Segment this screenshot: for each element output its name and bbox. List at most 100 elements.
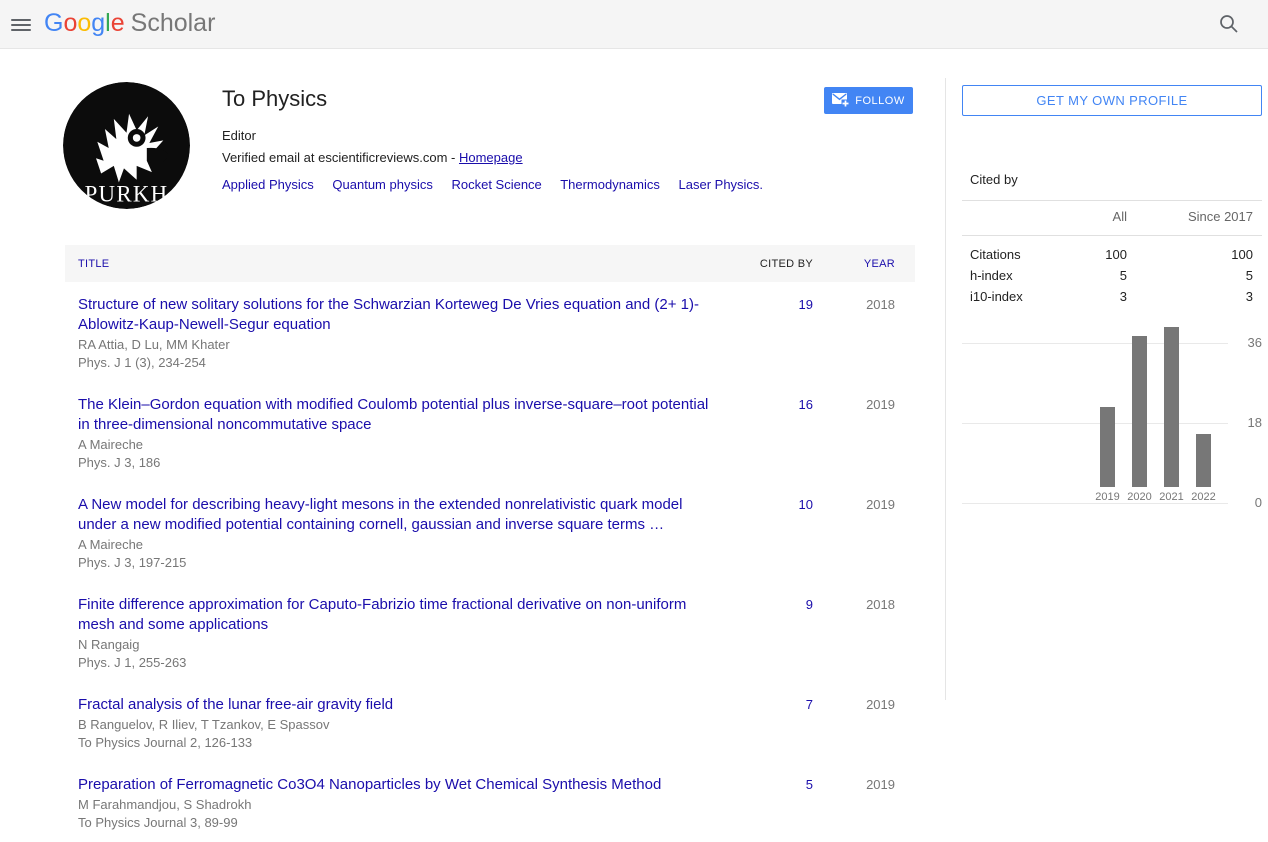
article-title-link[interactable]: Fractal analysis of the lunar free-air g… (78, 695, 723, 715)
follow-button[interactable]: FOLLOW (824, 87, 913, 114)
x-axis-tick: 2021 (1159, 491, 1183, 503)
divider (962, 235, 1262, 236)
article-year: 2019 (813, 395, 895, 471)
page-title: To Physics (222, 86, 822, 112)
verified-email: Verified email at escientificreviews.com… (222, 150, 822, 165)
cited-by-count-link[interactable]: 7 (743, 695, 813, 751)
article-title-link[interactable]: Structure of new solitary solutions for … (78, 295, 723, 335)
col-header-since: Since 2017 (1127, 209, 1262, 224)
article-venue: To Physics Journal 2, 126-133 (78, 734, 723, 751)
article-row: The Klein–Gordon equation with modified … (65, 382, 915, 482)
cited-by-count-link[interactable]: 5 (743, 775, 813, 831)
article-authors: RA Attia, D Lu, MM Khater (78, 336, 723, 353)
y-axis-tick: 36 (1228, 335, 1262, 350)
citation-bar-2022[interactable] (1196, 434, 1211, 487)
article-year: 2019 (813, 495, 895, 571)
articles-table: TITLE CITED BY YEAR Structure of new sol… (65, 245, 915, 842)
article-title-link[interactable]: Preparation of Ferromagnetic Co3O4 Nanop… (78, 775, 723, 795)
avatar[interactable]: PURKH (63, 82, 190, 209)
article-venue: Phys. J 3, 186 (78, 454, 723, 471)
cited-by-count-link[interactable]: 10 (743, 495, 813, 571)
article-year: 2019 (813, 695, 895, 751)
article-venue: To Physics Journal 3, 89-99 (78, 814, 723, 831)
sort-by-title-header[interactable]: TITLE (65, 258, 743, 270)
article-title-link[interactable]: The Klein–Gordon equation with modified … (78, 395, 723, 435)
cited-by-column-headers: . All Since 2017 (962, 209, 1262, 224)
interest-link-applied-physics[interactable]: Applied Physics (222, 177, 314, 192)
interest-link-quantum-physics[interactable]: Quantum physics (332, 177, 432, 192)
bar-column: 2021 (1156, 327, 1187, 503)
cited-by-count-link[interactable]: 19 (743, 295, 813, 371)
metric-since-value: 3 (1127, 289, 1262, 304)
bar-column: 2019 (1092, 407, 1123, 503)
scholar-logo[interactable]: GoogleScholar (44, 9, 215, 38)
search-icon[interactable] (1213, 8, 1245, 40)
x-axis-tick: 2022 (1191, 491, 1215, 503)
metric-since-value: 5 (1127, 268, 1262, 283)
bar-column: 2022 (1188, 434, 1219, 503)
article-venue: Phys. J 1 (3), 234-254 (78, 354, 723, 371)
interests-list: Applied Physics Quantum physics Rocket S… (222, 177, 822, 192)
avatar-label: PURKH (85, 181, 169, 206)
interest-link-rocket-science[interactable]: Rocket Science (451, 177, 541, 192)
article-year: 2018 (813, 295, 895, 371)
y-axis-tick: 18 (1228, 415, 1262, 430)
metric-since-value: 100 (1127, 247, 1262, 262)
articles-table-header: TITLE CITED BY YEAR (65, 245, 915, 282)
article-authors: M Farahmandjou, S Shadrokh (78, 796, 723, 813)
metric-label[interactable]: i10-index (962, 289, 1072, 304)
metric-label[interactable]: Citations (962, 247, 1072, 262)
cited-by-metrics: Citations 100 100 h-index 5 5 i10-index … (962, 244, 1262, 307)
x-axis-tick: 2019 (1095, 491, 1119, 503)
citations-per-year-chart: 361802019202020212022 (962, 343, 1228, 503)
y-axis-tick: 0 (1228, 495, 1262, 510)
follow-button-label: FOLLOW (855, 95, 904, 107)
citation-bar-2019[interactable] (1100, 407, 1115, 487)
gridline (962, 503, 1228, 504)
article-authors: A Maireche (78, 536, 723, 553)
interest-link-laser-physics[interactable]: Laser Physics. (679, 177, 764, 192)
article-authors: N Rangaig (78, 636, 723, 653)
article-authors: B Ranguelov, R Iliev, T Tzankov, E Spass… (78, 716, 723, 733)
menu-icon[interactable] (9, 12, 33, 36)
col-header-all: All (1072, 209, 1127, 224)
profile-role: Editor (222, 128, 822, 143)
article-venue: Phys. J 3, 197-215 (78, 554, 723, 571)
article-venue: Phys. J 1, 255-263 (78, 654, 723, 671)
metric-row-i10-index: i10-index 3 3 (962, 286, 1262, 307)
cited-by-count-link[interactable]: 9 (743, 595, 813, 671)
homepage-link[interactable]: Homepage (459, 150, 523, 165)
cited-by-heading[interactable]: Cited by (970, 172, 1018, 187)
divider (962, 200, 1262, 201)
metric-all-value: 3 (1072, 289, 1127, 304)
bar-column: 2020 (1124, 336, 1155, 503)
envelope-plus-icon (832, 93, 849, 108)
top-bar: GoogleScholar (0, 0, 1268, 49)
cited-by-count-link[interactable]: 16 (743, 395, 813, 471)
metric-all-value: 5 (1072, 268, 1127, 283)
sort-by-year-header[interactable]: YEAR (813, 258, 895, 270)
article-year: 2019 (813, 775, 895, 831)
article-row: Preparation of Ferromagnetic Co3O4 Nanop… (65, 762, 915, 842)
article-year: 2018 (813, 595, 895, 671)
metric-all-value: 100 (1072, 247, 1127, 262)
article-title-link[interactable]: A New model for describing heavy-light m… (78, 495, 723, 535)
google-wordmark: Google (44, 9, 125, 37)
article-row: Finite difference approximation for Capu… (65, 582, 915, 682)
get-my-own-profile-button[interactable]: GET MY OWN PROFILE (962, 85, 1262, 116)
vertical-divider (945, 78, 946, 700)
metric-row-citations: Citations 100 100 (962, 244, 1262, 265)
interest-link-thermodynamics[interactable]: Thermodynamics (560, 177, 660, 192)
citation-bar-2021[interactable] (1164, 327, 1179, 487)
citation-bar-2020[interactable] (1132, 336, 1147, 487)
sort-by-cited-header[interactable]: CITED BY (743, 258, 813, 270)
article-row: A New model for describing heavy-light m… (65, 482, 915, 582)
article-authors: A Maireche (78, 436, 723, 453)
article-title-link[interactable]: Finite difference approximation for Capu… (78, 595, 723, 635)
metric-row-h-index: h-index 5 5 (962, 265, 1262, 286)
article-row: Fractal analysis of the lunar free-air g… (65, 682, 915, 762)
x-axis-tick: 2020 (1127, 491, 1151, 503)
bars-group: 2019 2020 2021 2022 (1092, 327, 1219, 503)
metric-label[interactable]: h-index (962, 268, 1072, 283)
article-row: Structure of new solitary solutions for … (65, 282, 915, 382)
